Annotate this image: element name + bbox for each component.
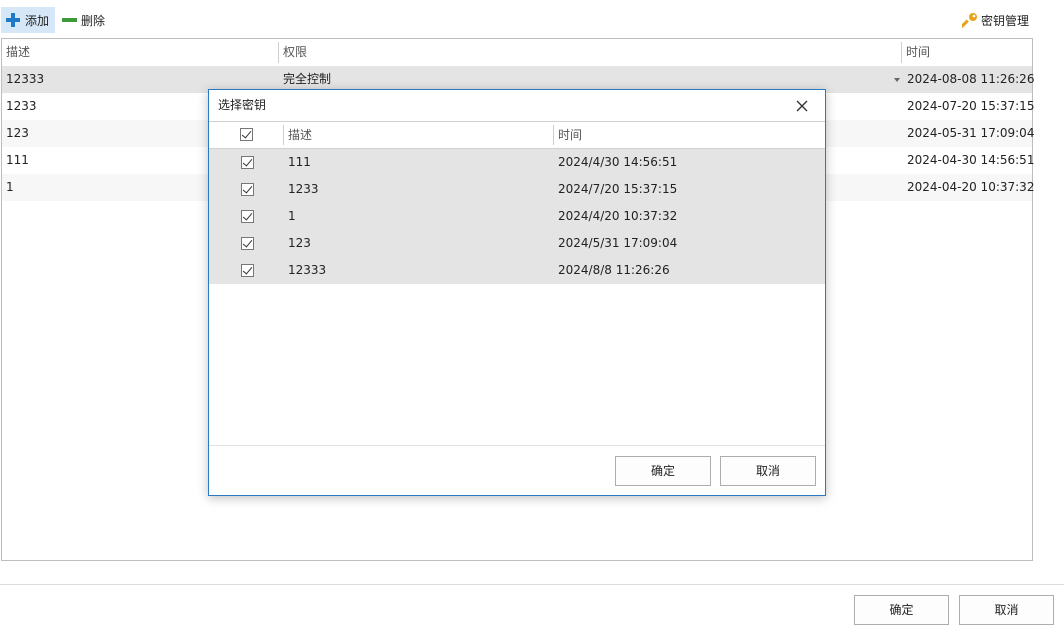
dialog-column-header-time[interactable]: 时间: [554, 122, 824, 148]
select-all-checkbox[interactable]: [240, 128, 253, 141]
dialog-cell-description: 111: [288, 155, 311, 169]
dialog-cell-description: 12333: [288, 263, 327, 277]
dialog-key-grid: 描述 时间 111 2024/4/30 14:56:51 1233 2024/7…: [209, 121, 825, 447]
dialog-list-item[interactable]: 111 2024/4/30 14:56:51: [209, 149, 825, 176]
cancel-button[interactable]: 取消: [959, 595, 1054, 625]
dialog-cancel-button[interactable]: 取消: [720, 456, 816, 486]
cell-time: 2024-04-20 10:37:32: [907, 180, 1035, 194]
row-checkbox[interactable]: [241, 156, 254, 169]
row-checkbox[interactable]: [241, 237, 254, 250]
dialog-cell-time: 2024/8/8 11:26:26: [558, 263, 670, 277]
column-header-description[interactable]: 描述: [2, 39, 278, 66]
cell-time: 2024-05-31 17:09:04: [907, 126, 1035, 140]
dialog-cell-description: 1: [288, 209, 296, 223]
dialog-title: 选择密钥: [218, 98, 267, 112]
key-icon: [962, 13, 977, 28]
row-checkbox[interactable]: [241, 264, 254, 277]
dialog-list-item[interactable]: 1233 2024/7/20 15:37:15: [209, 176, 825, 203]
dialog-list-item[interactable]: 12333 2024/8/8 11:26:26: [209, 257, 825, 284]
dialog-cell-time: 2024/5/31 17:09:04: [558, 236, 678, 250]
column-header-permission[interactable]: 权限: [279, 39, 901, 66]
plus-icon: [5, 12, 21, 28]
delete-button[interactable]: 删除: [57, 7, 109, 33]
select-key-dialog: 选择密钥 描述 时间 111 2024/4/30 14:56:51 1233 2…: [208, 89, 826, 496]
dialog-column-header-description[interactable]: 描述: [284, 122, 552, 148]
cell-time: 2024-08-08 11:26:26: [907, 72, 1035, 86]
dialog-ok-button[interactable]: 确定: [615, 456, 711, 486]
add-button[interactable]: 添加: [1, 7, 55, 33]
key-management-button[interactable]: 密钥管理: [958, 7, 1036, 33]
dialog-footer-divider: [209, 445, 825, 446]
cell-time: 2024-04-30 14:56:51: [907, 153, 1035, 167]
dialog-grid-header: 描述 时间: [209, 122, 825, 149]
close-icon[interactable]: [793, 97, 811, 115]
dialog-cell-description: 1233: [288, 182, 319, 196]
row-checkbox[interactable]: [241, 183, 254, 196]
minus-icon: [61, 12, 77, 28]
dialog-list-item[interactable]: 1 2024/4/20 10:37:32: [209, 203, 825, 230]
grid-header: 描述 权限 时间: [2, 39, 1032, 67]
cell-time: 2024-07-20 15:37:15: [907, 99, 1035, 113]
column-header-time[interactable]: 时间: [902, 39, 1032, 66]
footer-divider: [0, 584, 1064, 585]
dialog-cell-description: 123: [288, 236, 311, 250]
key-management-label: 密钥管理: [981, 13, 1030, 28]
row-checkbox[interactable]: [241, 210, 254, 223]
dialog-cell-time: 2024/7/20 15:37:15: [558, 182, 678, 196]
dialog-list-item[interactable]: 123 2024/5/31 17:09:04: [209, 230, 825, 257]
dialog-cell-time: 2024/4/30 14:56:51: [558, 155, 678, 169]
toolbar: 添加 删除 密钥管理: [0, 0, 1064, 38]
dialog-cell-time: 2024/4/20 10:37:32: [558, 209, 678, 223]
add-label: 添加: [25, 13, 50, 28]
delete-label: 删除: [81, 13, 106, 28]
chevron-down-icon[interactable]: [894, 78, 900, 82]
ok-button[interactable]: 确定: [854, 595, 949, 625]
